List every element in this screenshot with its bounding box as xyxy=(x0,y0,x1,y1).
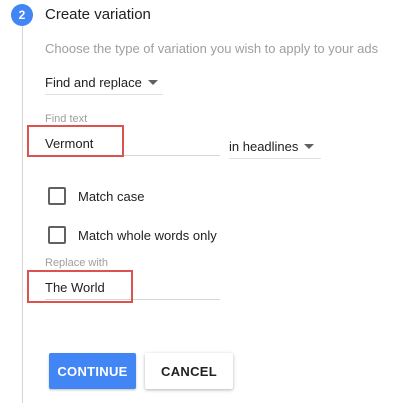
dropdown-arrow-icon xyxy=(147,79,158,85)
replace-with-label: Replace with xyxy=(45,257,108,269)
find-scope-dropdown[interactable]: in headlines xyxy=(229,134,321,159)
step-rail xyxy=(22,26,23,403)
match-whole-words-option[interactable]: Match whole words only xyxy=(48,226,217,244)
match-whole-words-checkbox[interactable] xyxy=(48,226,66,244)
find-scope-value: in headlines xyxy=(229,138,299,154)
find-text-input[interactable] xyxy=(45,131,220,156)
replace-with-input[interactable] xyxy=(45,275,220,300)
match-case-option[interactable]: Match case xyxy=(48,187,144,205)
variation-type-value: Find and replace xyxy=(45,74,142,90)
continue-button[interactable]: CONTINUE xyxy=(49,353,136,389)
find-text-label: Find text xyxy=(45,113,88,125)
cancel-button[interactable]: CANCEL xyxy=(145,353,233,389)
variation-type-dropdown[interactable]: Find and replace xyxy=(45,70,163,95)
dropdown-arrow-icon xyxy=(304,143,315,149)
match-case-checkbox[interactable] xyxy=(48,187,66,205)
step-subtitle: Choose the type of variation you wish to… xyxy=(45,41,379,56)
step-number-badge: 2 xyxy=(11,4,33,26)
match-case-label: Match case xyxy=(78,188,145,204)
match-whole-words-label: Match whole words only xyxy=(78,227,217,243)
step-title: Create variation xyxy=(45,6,151,23)
